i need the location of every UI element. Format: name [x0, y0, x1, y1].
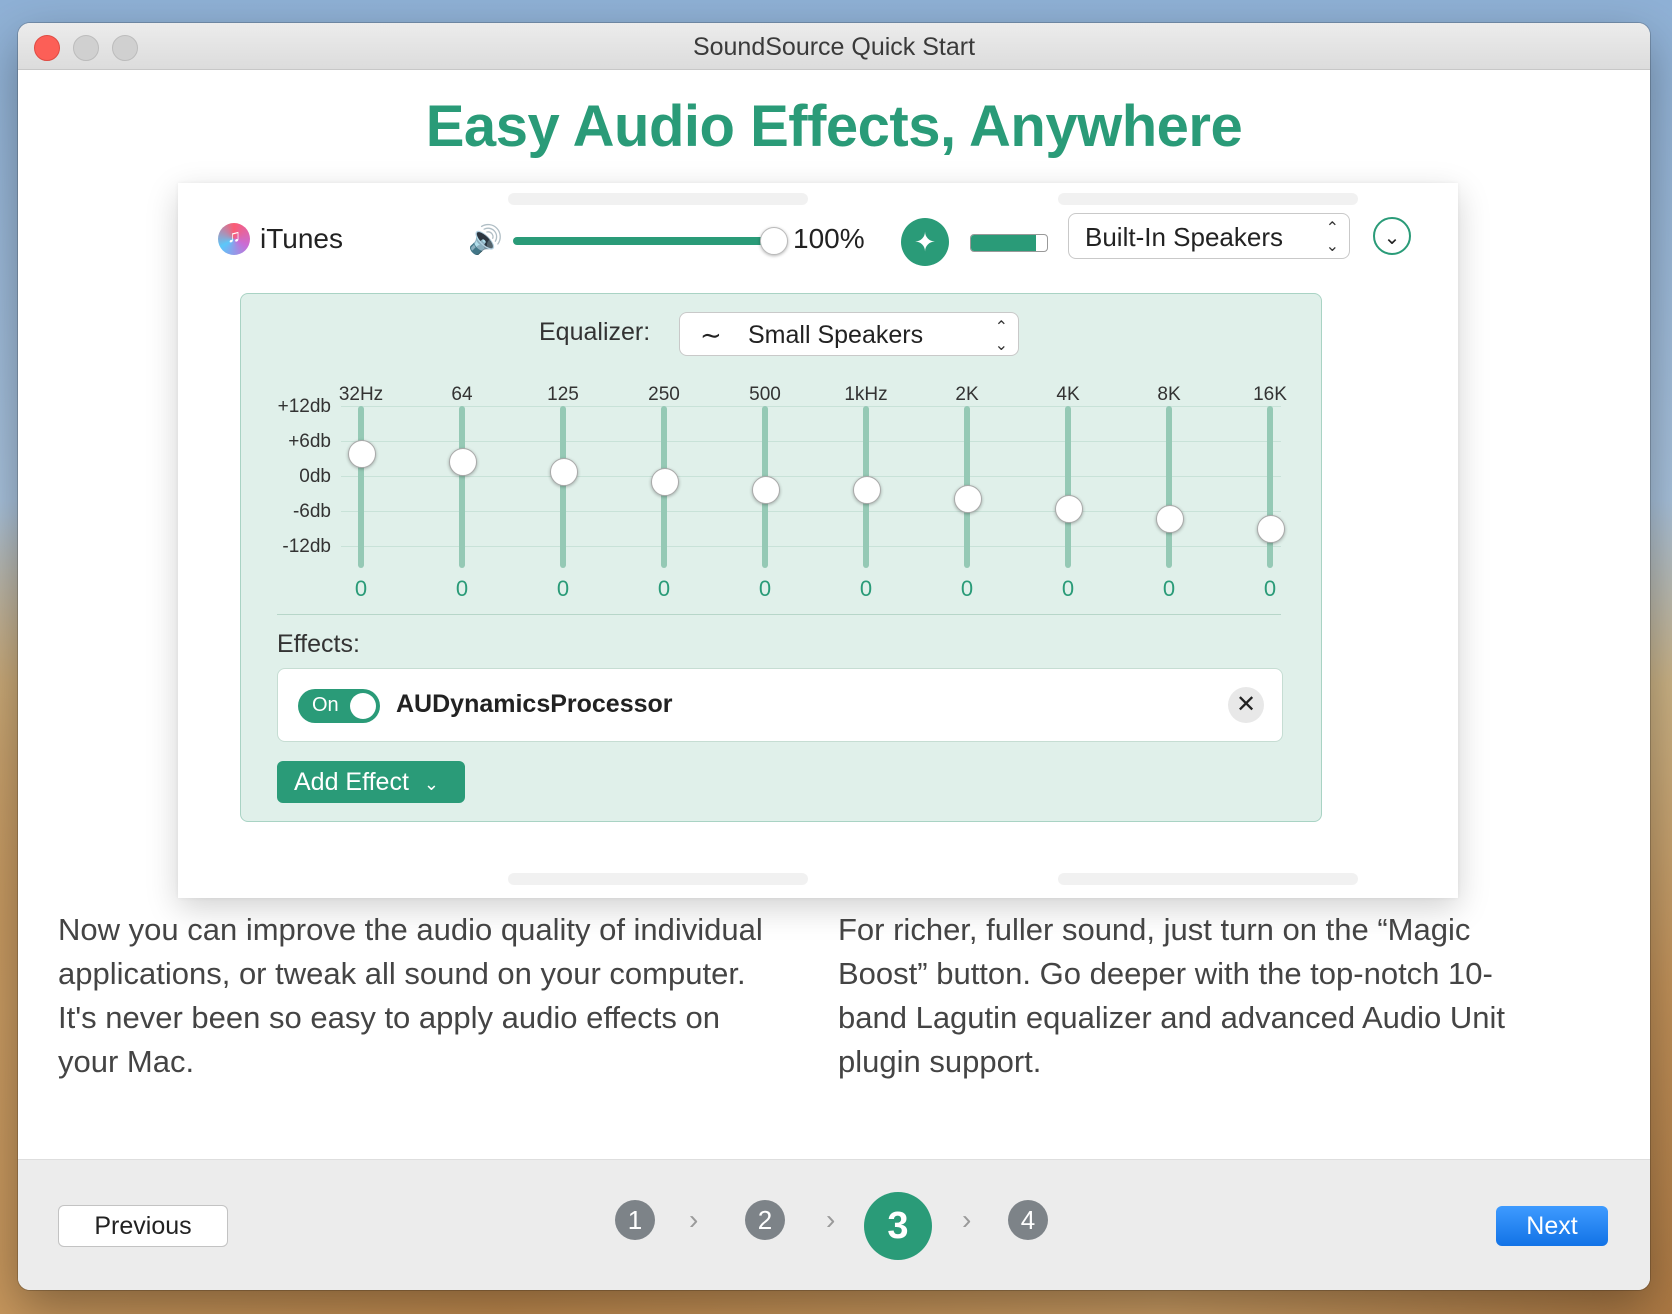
eq-band-slider[interactable] — [1166, 406, 1172, 568]
previous-button[interactable]: Previous — [58, 1205, 228, 1247]
eq-band-slider-knob[interactable] — [954, 485, 982, 514]
eq-band-slider-knob[interactable] — [449, 448, 477, 477]
app-preview-card: iTunes 🔊 100% ✦ Built-In Speakers ⌃⌄ ⌄ E… — [178, 183, 1458, 898]
equalizer-label: Equalizer: — [539, 318, 651, 346]
quick-start-window: SoundSource Quick Start Easy Audio Effec… — [18, 23, 1650, 1290]
level-meter-fill — [971, 235, 1036, 251]
next-button[interactable]: Next — [1496, 1206, 1608, 1246]
db-label: -12db — [282, 536, 331, 557]
volume-slider[interactable] — [513, 237, 773, 245]
add-effect-label: Add Effect — [294, 768, 409, 796]
toggle-label: On — [312, 694, 339, 716]
faded-app-row-bottom — [218, 863, 1418, 893]
eq-band-value: 0 — [556, 576, 570, 601]
eq-band-slider-knob[interactable] — [348, 439, 376, 468]
eq-band-value: 0 — [859, 576, 873, 601]
remove-effect-close-icon[interactable]: ✕ — [1228, 687, 1264, 723]
eq-band-value: 0 — [1162, 576, 1176, 601]
step-1[interactable]: 1 — [615, 1200, 655, 1240]
eq-band-slider-knob[interactable] — [550, 457, 578, 486]
eq-band-slider[interactable] — [358, 406, 364, 568]
db-label: +12db — [277, 396, 331, 417]
eq-band-slider[interactable] — [459, 406, 465, 568]
output-device-value: Built-In Speakers — [1085, 222, 1283, 252]
eq-band-slider-knob[interactable] — [752, 475, 780, 504]
eq-band-value: 0 — [1061, 576, 1075, 601]
eq-band-frequency: 2K — [955, 384, 979, 405]
updown-chevron-icon: ⌃ ⌄ — [1325, 220, 1339, 255]
eq-band-slider-knob[interactable] — [853, 475, 881, 504]
level-meter — [970, 234, 1048, 252]
output-device-select[interactable]: Built-In Speakers ⌃ ⌄ — [1068, 213, 1350, 259]
caption-left: Now you can improve the audio quality of… — [58, 912, 763, 1079]
chevron-down-icon: ⌄ — [423, 774, 439, 794]
equalizer-preset-select[interactable]: ∼ Small Speakers ⌃ ⌄ — [679, 312, 1019, 356]
gridline — [341, 511, 1281, 512]
eq-band-value: 0 — [960, 576, 974, 601]
effect-on-toggle[interactable]: On — [298, 689, 380, 723]
effect-item: On AUDynamicsProcessor ✕ — [277, 668, 1283, 742]
effect-name: AUDynamicsProcessor — [396, 690, 673, 718]
itunes-icon — [218, 223, 250, 255]
gridline — [341, 546, 1281, 547]
effects-panel: Equalizer: ∼ Small Speakers ⌃ ⌄ +12db +6db… — [240, 293, 1322, 822]
eq-band-slider[interactable] — [1065, 406, 1071, 568]
gridline — [341, 406, 1281, 407]
eq-band-slider-knob[interactable] — [1257, 514, 1285, 543]
equalizer-preset-value: Small Speakers — [748, 321, 924, 349]
eq-band-frequency: 4K — [1056, 384, 1080, 405]
eq-band-frequency: 64 — [451, 384, 473, 405]
eq-band-frequency: 16K — [1253, 384, 1287, 405]
divider — [277, 614, 1281, 615]
gridline — [341, 441, 1281, 442]
eq-band-frequency: 1kHz — [844, 384, 888, 405]
eq-curve-icon: ∼ — [700, 320, 722, 350]
caption-right: For richer, fuller sound, just turn on t… — [838, 912, 1506, 1079]
faded-app-row-top — [218, 183, 1418, 213]
eq-band-frequency: 250 — [648, 384, 680, 405]
speaker-icon[interactable]: 🔊 — [468, 223, 503, 256]
updown-chevron-icon: ⌃ ⌄ — [994, 319, 1008, 354]
add-effect-button[interactable]: Add Effect ⌄ — [277, 761, 465, 803]
eq-band-value: 0 — [657, 576, 671, 601]
volume-percent: 100% — [793, 223, 865, 254]
gridline — [341, 476, 1281, 477]
eq-band-slider[interactable] — [1267, 406, 1273, 568]
page-headline: Easy Audio Effects, Anywhere — [425, 94, 1243, 159]
volume-slider-knob[interactable] — [760, 227, 788, 255]
eq-band-value: 0 — [1263, 576, 1277, 601]
db-label: -6db — [292, 501, 331, 522]
eq-band-frequency: 32Hz — [338, 384, 384, 405]
eq-band-frequency: 8K — [1157, 384, 1181, 405]
eq-band-slider-knob[interactable] — [1055, 495, 1083, 524]
db-label: 0db — [299, 466, 331, 487]
window-title: SoundSource Quick Start — [692, 33, 976, 61]
effects-label: Effects: — [277, 630, 360, 658]
eq-band-value: 0 — [758, 576, 772, 601]
eq-band-frequency: 125 — [547, 384, 579, 405]
eq-band-value: 0 — [455, 576, 469, 601]
itunes-row: iTunes 🔊 100% ✦ Built-In Speakers ⌃⌄ ⌄ — [178, 213, 1458, 283]
chevron-right-icon: › — [689, 1204, 699, 1235]
magic-boost-wand-icon[interactable]: ✦ — [901, 218, 949, 266]
chevron-right-icon: › — [826, 1204, 836, 1235]
footer-bar: Previous 1 › 2 › 3 › 4 Next — [18, 1159, 1650, 1290]
eq-band-slider[interactable] — [560, 406, 566, 568]
step-2[interactable]: 2 — [745, 1200, 785, 1240]
eq-band-value: 0 — [354, 576, 368, 601]
chevron-right-icon: › — [962, 1204, 972, 1235]
step-3-current[interactable]: 3 — [864, 1192, 932, 1260]
toggle-knob — [350, 693, 376, 719]
db-label: +6db — [288, 431, 331, 452]
eq-band-frequency: 500 — [749, 384, 781, 405]
eq-band-slider-knob[interactable] — [1156, 504, 1184, 533]
step-4[interactable]: 4 — [1008, 1200, 1048, 1240]
title-bar: SoundSource Quick Start — [18, 23, 1650, 70]
expand-chevron-icon[interactable]: ⌄ — [1373, 217, 1411, 255]
eq-band-slider-knob[interactable] — [651, 467, 679, 496]
app-name: iTunes — [260, 223, 344, 254]
